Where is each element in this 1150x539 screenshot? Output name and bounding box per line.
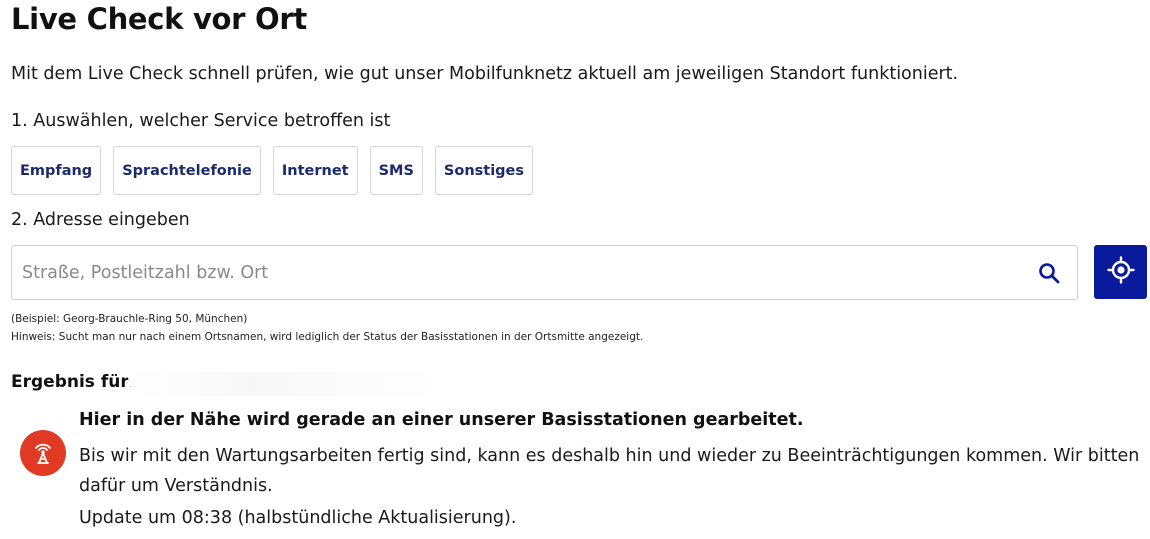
service-button-empfang[interactable]: Empfang: [11, 146, 102, 195]
search-icon[interactable]: [1037, 261, 1061, 285]
service-button-sms[interactable]: SMS: [369, 146, 423, 195]
status-heading: Hier in der Nähe wird gerade an einer un…: [79, 410, 804, 430]
address-search-input[interactable]: [22, 246, 1012, 299]
service-button-group: Empfang Sprachtelefonie Internet SMS Son…: [11, 146, 534, 195]
page-title: Live Check vor Ort: [11, 2, 307, 36]
result-location-placeholder: [128, 372, 440, 396]
hint-note: Hinweis: Sucht man nur nach einem Ortsna…: [11, 331, 644, 343]
example-note: (Beispiel: Georg-Brauchle-Ring 50, Münch…: [11, 313, 248, 325]
locate-me-button[interactable]: [1094, 245, 1147, 299]
address-search-box: [11, 245, 1078, 300]
crosshair-icon: [1106, 256, 1135, 288]
update-timestamp: Update um 08:38 (halbstündliche Aktualis…: [79, 508, 517, 528]
service-button-sonstiges[interactable]: Sonstiges: [434, 146, 534, 195]
intro-text: Mit dem Live Check schnell prüfen, wie g…: [11, 64, 959, 84]
status-body: Bis wir mit den Wartungsarbeiten fertig …: [79, 446, 1140, 496]
service-button-sprachtelefonie[interactable]: Sprachtelefonie: [113, 146, 261, 195]
step2-label: 2. Adresse eingeben: [11, 210, 190, 230]
service-button-internet[interactable]: Internet: [272, 146, 358, 195]
antenna-tower-icon: [20, 430, 66, 476]
step1-label: 1. Auswählen, welcher Service betroffen …: [11, 111, 391, 131]
result-label: Ergebnis für:: [11, 372, 136, 392]
